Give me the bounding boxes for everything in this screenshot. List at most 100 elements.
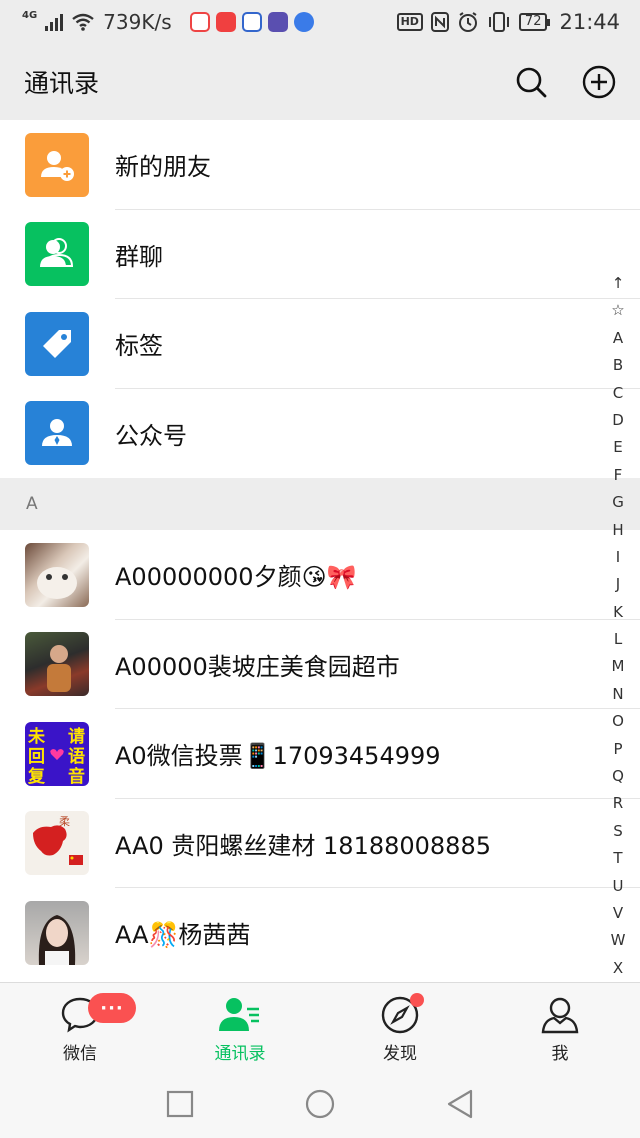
index-letter[interactable]: U xyxy=(613,873,624,900)
network-type: 4G xyxy=(22,10,38,21)
back-button[interactable] xyxy=(440,1084,480,1124)
index-letter[interactable]: S xyxy=(613,818,623,845)
square-icon xyxy=(166,1090,194,1118)
index-letter[interactable]: B xyxy=(613,352,623,379)
contact-row[interactable]: 未 请 回 语 复 音 A0微信投票📱17093454999 xyxy=(0,709,640,799)
index-letter[interactable]: ☆ xyxy=(611,297,624,324)
nfc-icon xyxy=(430,12,449,32)
add-button[interactable] xyxy=(582,65,616,99)
hd-icon: HD xyxy=(396,13,423,31)
group-chat-item[interactable]: 群聊 xyxy=(0,210,640,300)
index-letter[interactable]: C xyxy=(613,380,623,407)
index-letter[interactable]: L xyxy=(614,626,622,653)
index-letter[interactable]: O xyxy=(612,708,624,735)
tab-contacts-label: 通讯录 xyxy=(214,1044,266,1064)
index-letter[interactable]: H xyxy=(612,517,623,544)
contact-avatar: 未 请 回 语 复 音 xyxy=(25,721,89,786)
section-header-a: A xyxy=(0,478,640,530)
index-letter[interactable]: I xyxy=(616,544,620,571)
notification-app-icon xyxy=(189,12,210,32)
avatar-text: 复 xyxy=(27,766,46,786)
tab-contacts[interactable]: 通讯录 xyxy=(160,983,320,1070)
tab-chats[interactable]: 微信 ··· xyxy=(0,983,160,1070)
avatar-text: 回 xyxy=(28,747,45,767)
circle-icon xyxy=(305,1089,335,1119)
contacts-icon xyxy=(219,998,259,1031)
triangle-back-icon xyxy=(447,1089,473,1119)
contact-avatar xyxy=(25,632,89,697)
tab-me-label: 我 xyxy=(551,1044,569,1064)
index-letter[interactable]: G xyxy=(612,489,624,516)
title-bar: 通讯录 xyxy=(0,44,640,120)
contact-name: A0微信投票📱17093454999 xyxy=(115,742,441,771)
discover-dot-badge xyxy=(410,993,424,1007)
index-letter[interactable]: N xyxy=(612,681,623,708)
contact-row[interactable]: AA🎊杨茜茜 xyxy=(0,888,640,978)
index-letter[interactable]: D xyxy=(612,407,624,434)
official-account-icon xyxy=(25,401,89,466)
contact-row[interactable]: 柔 AA0 贵阳螺丝建材 18188008885 xyxy=(0,799,640,889)
signal-icon xyxy=(45,13,64,31)
status-bar: 4G 739K/s HD 72 21:44 xyxy=(0,0,640,44)
page-title: 通讯录 xyxy=(24,69,100,98)
contact-avatar xyxy=(25,900,89,965)
contact-avatar xyxy=(25,542,89,607)
index-letter[interactable]: ↑ xyxy=(612,270,625,297)
battery-icon: 72 xyxy=(518,13,550,31)
system-nav-bar xyxy=(0,1070,640,1138)
wifi-icon xyxy=(72,13,94,31)
alarm-icon xyxy=(458,12,477,32)
index-letter[interactable]: K xyxy=(613,599,623,626)
new-friends-item[interactable]: 新的朋友 xyxy=(0,120,640,210)
tab-discover-label: 发现 xyxy=(383,1044,417,1064)
avatar-text: 未 xyxy=(27,726,45,747)
index-letter[interactable]: J xyxy=(616,571,620,598)
new-friends-label: 新的朋友 xyxy=(115,153,211,182)
vibrate-icon xyxy=(488,12,509,32)
network-speed: 739K/s xyxy=(103,10,172,34)
tags-item[interactable]: 标签 xyxy=(0,299,640,389)
avatar-text: 语 xyxy=(68,747,85,767)
profile-icon xyxy=(541,997,579,1034)
index-letter[interactable]: F xyxy=(614,462,623,489)
clock: 21:44 xyxy=(559,10,620,34)
contact-avatar: 柔 xyxy=(25,811,89,876)
unread-badge: ··· xyxy=(88,993,136,1023)
bottom-tab-bar: 微信 ··· 通讯录 发现 我 xyxy=(0,982,640,1070)
contact-name: A00000000夕颜😘🎀 xyxy=(115,563,357,592)
contact-name: A00000裴坡庄美食园超市 xyxy=(115,652,400,681)
plus-circle-icon xyxy=(582,65,616,99)
contact-row[interactable]: A00000裴坡庄美食园超市 xyxy=(0,620,640,710)
contacts-list: 新的朋友 群聊 标签 公众号 A A00000000夕颜😘🎀 A00000裴坡庄… xyxy=(0,120,640,982)
index-letter[interactable]: W xyxy=(611,927,626,954)
tags-label: 标签 xyxy=(115,332,163,361)
contact-name: AA🎊杨茜茜 xyxy=(115,921,251,950)
index-letter[interactable]: E xyxy=(613,434,622,461)
avatar-text: 音 xyxy=(68,766,85,786)
contact-row[interactable]: A00000000夕颜😘🎀 xyxy=(0,530,640,620)
add-friend-icon xyxy=(25,132,89,197)
video-app-icon xyxy=(215,12,236,32)
alphabet-index[interactable]: ↑☆ABCDEFGHIJKLMNOPQRSTUVWXYZ# xyxy=(606,270,630,982)
index-letter[interactable]: X xyxy=(613,955,623,982)
baidu-icon xyxy=(241,12,262,32)
index-letter[interactable]: T xyxy=(613,845,622,872)
index-letter[interactable]: M xyxy=(612,653,625,680)
official-accounts-item[interactable]: 公众号 xyxy=(0,389,640,479)
index-letter[interactable]: A xyxy=(613,325,623,352)
tab-discover[interactable]: 发现 xyxy=(320,983,480,1070)
index-letter[interactable]: V xyxy=(613,900,623,927)
tab-chats-label: 微信 xyxy=(63,1044,97,1064)
index-letter[interactable]: R xyxy=(613,790,623,817)
index-letter[interactable]: Q xyxy=(612,763,624,790)
svg-text:柔: 柔 xyxy=(59,815,70,828)
index-letter[interactable]: P xyxy=(613,736,622,763)
recents-button[interactable] xyxy=(160,1084,200,1124)
contact-name: AA0 贵阳螺丝建材 18188008885 xyxy=(115,831,491,860)
search-button[interactable] xyxy=(514,65,548,99)
home-button[interactable] xyxy=(300,1084,340,1124)
tab-me[interactable]: 我 xyxy=(480,983,640,1070)
group-chat-label: 群聊 xyxy=(115,242,163,271)
official-accounts-label: 公众号 xyxy=(115,421,187,450)
music-icon xyxy=(293,12,314,32)
